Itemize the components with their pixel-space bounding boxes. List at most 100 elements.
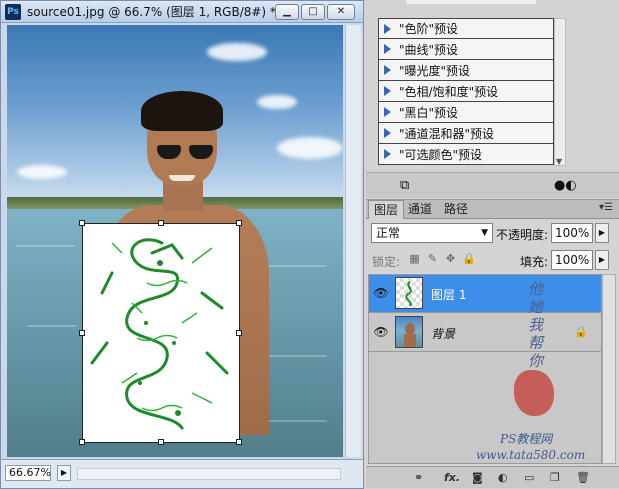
preset-label: "通道混和器"预设 [399, 126, 495, 141]
layer-name: 背景 [431, 327, 456, 341]
lock-transparency-icon[interactable]: ▦ [408, 252, 421, 265]
layer-thumbnail [395, 316, 423, 348]
opacity-input[interactable]: 100% [551, 223, 593, 243]
person-neck [163, 181, 203, 211]
fill-slider-arrow-icon[interactable]: ▶ [595, 250, 609, 270]
document-title: source01.jpg @ 66.7% (图层 1, RGB/8#) * [27, 5, 276, 19]
close-button[interactable]: ✕ [327, 4, 355, 20]
image-canvas[interactable] [7, 25, 343, 457]
group-icon[interactable]: ▭ [524, 471, 534, 484]
mask-icon[interactable]: ◙ [472, 471, 483, 484]
zoom-level-field[interactable]: 66.67% [5, 465, 51, 481]
scroll-down-arrow-icon[interactable]: ▼ [556, 157, 562, 166]
watermark-vertical-text: 他她我帮你 [528, 280, 544, 370]
clip-to-layer-icon[interactable]: ⧉ [400, 178, 409, 193]
transform-handle-top[interactable] [158, 220, 164, 226]
right-panel-dock: "色阶"预设 "曲线"预设 "曝光度"预设 "色相/饱和度"预设 "黑白"预设 … [366, 0, 619, 489]
fill-label: 填充: [520, 255, 549, 269]
sunglasses [157, 145, 213, 159]
preset-label: "可选颜色"预设 [399, 147, 483, 162]
new-layer-icon[interactable]: ❐ [550, 471, 560, 484]
eye-icon[interactable]: 👁 [373, 325, 389, 339]
cloud [277, 137, 343, 159]
preset-label: "色阶"预设 [399, 22, 459, 36]
transform-handle-bottom-right[interactable] [236, 439, 242, 445]
tab-layers[interactable]: 图层 [368, 200, 405, 219]
layer-row-background[interactable]: 👁 背景 🔒 [369, 314, 601, 352]
preset-item-levels[interactable]: "色阶"预设 [378, 18, 554, 39]
layers-scrollbar[interactable] [602, 274, 616, 464]
document-window: Ps source01.jpg @ 66.7% (图层 1, RGB/8#) *… [0, 0, 364, 489]
lock-icon: 🔒 [574, 325, 588, 338]
expand-triangle-icon [384, 86, 391, 96]
layer-thumbnail [395, 277, 423, 309]
chevron-down-icon: ▼ [481, 228, 488, 238]
ripple [15, 245, 75, 247]
minimize-button[interactable]: ▁ [275, 4, 299, 20]
photoshop-logo-icon: Ps [5, 3, 21, 20]
lock-position-icon[interactable]: ✥ [444, 252, 457, 265]
cloud [207, 43, 267, 61]
eye-icon[interactable]: 👁 [373, 286, 389, 300]
layers-panel: 图层 通道 路径 ▾☰ 正常 ▼ 不透明度: 100% ▶ 锁定: ▦ ✎ ✥ … [366, 199, 619, 489]
cloud [17, 165, 67, 179]
preset-item-channel-mixer[interactable]: "通道混和器"预设 [378, 123, 554, 144]
presets-scrollbar[interactable] [554, 18, 566, 166]
preset-label: "黑白"预设 [399, 105, 459, 120]
adjustment-presets-list: "色阶"预设 "曲线"预设 "曝光度"预设 "色相/饱和度"预设 "黑白"预设 … [378, 18, 554, 165]
restore-button[interactable]: □ [301, 4, 325, 20]
vertical-scrollbar[interactable] [345, 25, 361, 457]
horizontal-scrollbar[interactable] [77, 468, 341, 480]
status-menu-arrow-icon[interactable]: ▶ [57, 465, 71, 481]
document-statusbar: 66.67% ▶ [1, 459, 363, 488]
seal-stamp-icon [514, 370, 554, 416]
expand-triangle-icon [384, 44, 391, 54]
fx-icon[interactable]: fx. [444, 471, 460, 484]
link-icon[interactable]: ⚭ [414, 471, 423, 484]
transform-handle-top-left[interactable] [79, 220, 85, 226]
expand-triangle-icon [384, 65, 391, 75]
blend-mode-select[interactable]: 正常 ▼ [371, 223, 493, 243]
transform-handle-bottom-left[interactable] [79, 439, 85, 445]
layer-name: 图层 1 [431, 288, 467, 302]
opacity-label: 不透明度: [496, 228, 549, 242]
layer-row-layer1[interactable]: 👁 图层 1 [369, 275, 601, 313]
smile [169, 175, 195, 181]
expand-triangle-icon [384, 23, 391, 34]
preset-label: "曝光度"预设 [399, 63, 471, 78]
transform-handle-top-right[interactable] [236, 220, 242, 226]
layers-footer: ⚭ fx. ◙ ◐ ▭ ❐ 🗑 [366, 466, 619, 488]
preset-item-black-white[interactable]: "黑白"预设 [378, 102, 554, 123]
adjustments-panel: "色阶"预设 "曲线"预设 "曝光度"预设 "色相/饱和度"预设 "黑白"预设 … [366, 0, 619, 172]
expand-triangle-icon [384, 107, 391, 117]
panel-top-strip [406, 0, 536, 4]
person-hair [141, 91, 223, 131]
document-titlebar[interactable]: Ps source01.jpg @ 66.7% (图层 1, RGB/8#) *… [1, 1, 363, 23]
tab-paths[interactable]: 路径 [439, 200, 473, 219]
lock-image-icon[interactable]: ✎ [426, 252, 439, 265]
trash-icon[interactable]: 🗑 [576, 471, 590, 484]
watermark-url: www.tata580.com [476, 448, 586, 462]
panel-menu-icon[interactable]: ▾☰ [599, 202, 613, 213]
cloud [257, 95, 297, 109]
adjustments-footer: ⧉ ●◐ [366, 172, 619, 198]
adjustment-icon[interactable]: ◐ [498, 471, 508, 484]
transform-handle-left[interactable] [79, 330, 85, 336]
preset-item-curves[interactable]: "曲线"预设 [378, 39, 554, 60]
preset-label: "色相/饱和度"预设 [399, 84, 499, 99]
tab-channels[interactable]: 通道 [403, 200, 437, 219]
view-toggle-icon[interactable]: ●◐ [554, 178, 577, 193]
lock-all-icon[interactable]: 🔒 [462, 252, 476, 265]
opacity-slider-arrow-icon[interactable]: ▶ [595, 223, 609, 243]
preset-item-exposure[interactable]: "曝光度"预设 [378, 60, 554, 81]
blend-mode-value: 正常 [376, 226, 401, 240]
ripple [27, 325, 77, 327]
preset-item-selective-color[interactable]: "可选颜色"预设 [378, 144, 554, 165]
transform-handle-bottom[interactable] [158, 439, 164, 445]
watermark-line1: PS教程网 [500, 432, 553, 446]
fill-input[interactable]: 100% [551, 250, 593, 270]
free-transform-box[interactable] [79, 220, 242, 445]
expand-triangle-icon [384, 128, 391, 138]
preset-item-hue-saturation[interactable]: "色相/饱和度"预设 [378, 81, 554, 102]
transform-handle-right[interactable] [236, 330, 242, 336]
